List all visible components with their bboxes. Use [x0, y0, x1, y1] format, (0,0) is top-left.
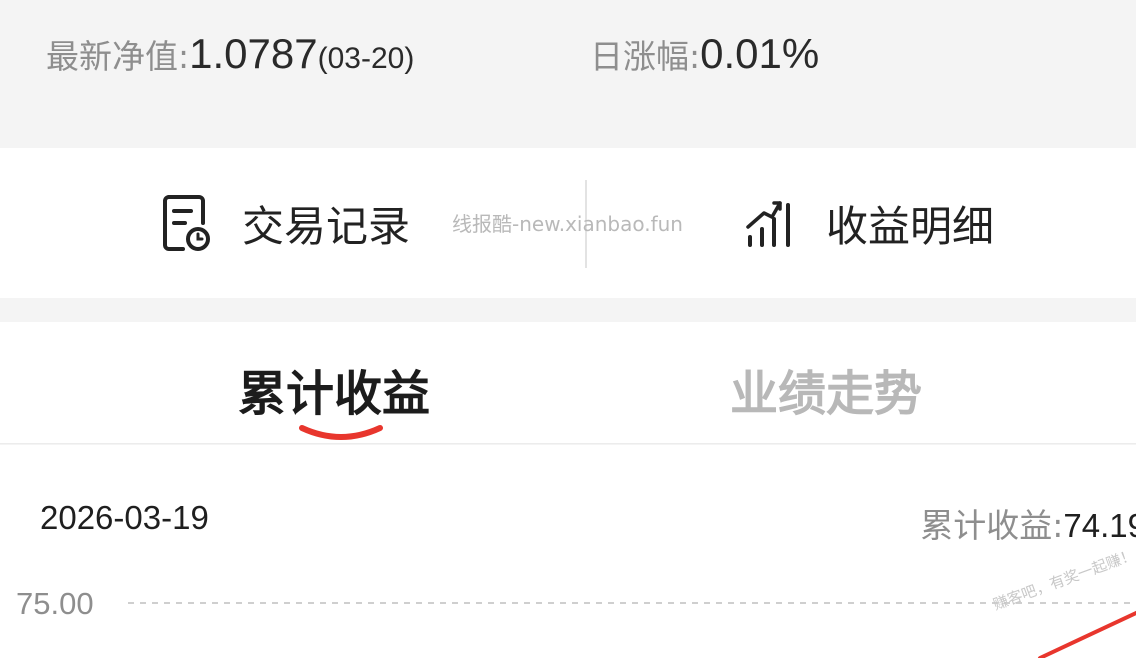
tab-performance-trend[interactable]: 业绩走势: [730, 354, 922, 424]
trade-records-label: 交易记录: [242, 201, 411, 251]
profit-detail-button[interactable]: 收益明细: [740, 188, 994, 258]
latest-nav-value: 1.0787: [189, 30, 318, 77]
series-line: [1038, 611, 1136, 658]
chart-area: 75.00 2026-03-19 累计收益: 74.19 赚客吧，有奖一起赚！ …: [0, 445, 1136, 658]
cumulative-return-value: 74.19: [1063, 507, 1136, 544]
latest-nav-label: 最新净值:: [46, 37, 190, 76]
daily-change: 日涨幅: 0.01%: [590, 30, 819, 78]
y-tick-label: 75.00: [16, 586, 94, 621]
action-row: 交易记录 线报酷-new.xianbao.fun 收益明细: [0, 148, 1136, 298]
active-tab-indicator: [299, 425, 383, 440]
chart-date: 2026-03-19: [40, 499, 209, 536]
daily-change-label: 日涨幅:: [590, 37, 701, 76]
latest-nav: 最新净值: 1.0787 (03-20): [46, 30, 414, 78]
nav-summary-row: 最新净值: 1.0787 (03-20) 日涨幅: 0.01%: [0, 0, 1136, 148]
cumulative-return-readout: 累计收益: 74.19: [920, 499, 1136, 547]
cumulative-return-label: 累计收益:: [920, 506, 1064, 545]
profit-detail-label: 收益明细: [826, 201, 995, 251]
fund-detail-page: 最新净值: 1.0787 (03-20) 日涨幅: 0.01% 交易记录 线报酷…: [0, 0, 1136, 658]
bar-trend-icon: [740, 193, 800, 253]
tab-cumulative-return[interactable]: 累计收益: [238, 354, 430, 424]
document-clock-icon: [156, 193, 216, 253]
daily-change-value: 0.01%: [700, 30, 820, 77]
trade-records-button[interactable]: 交易记录: [156, 188, 410, 258]
latest-nav-date: (03-20): [317, 42, 415, 75]
watermark-text: 线报酷-new.xianbao.fun: [452, 212, 683, 236]
chart-tabs: 累计收益 业绩走势: [0, 322, 1136, 444]
chart-canvas: 75.00: [16, 586, 1136, 658]
